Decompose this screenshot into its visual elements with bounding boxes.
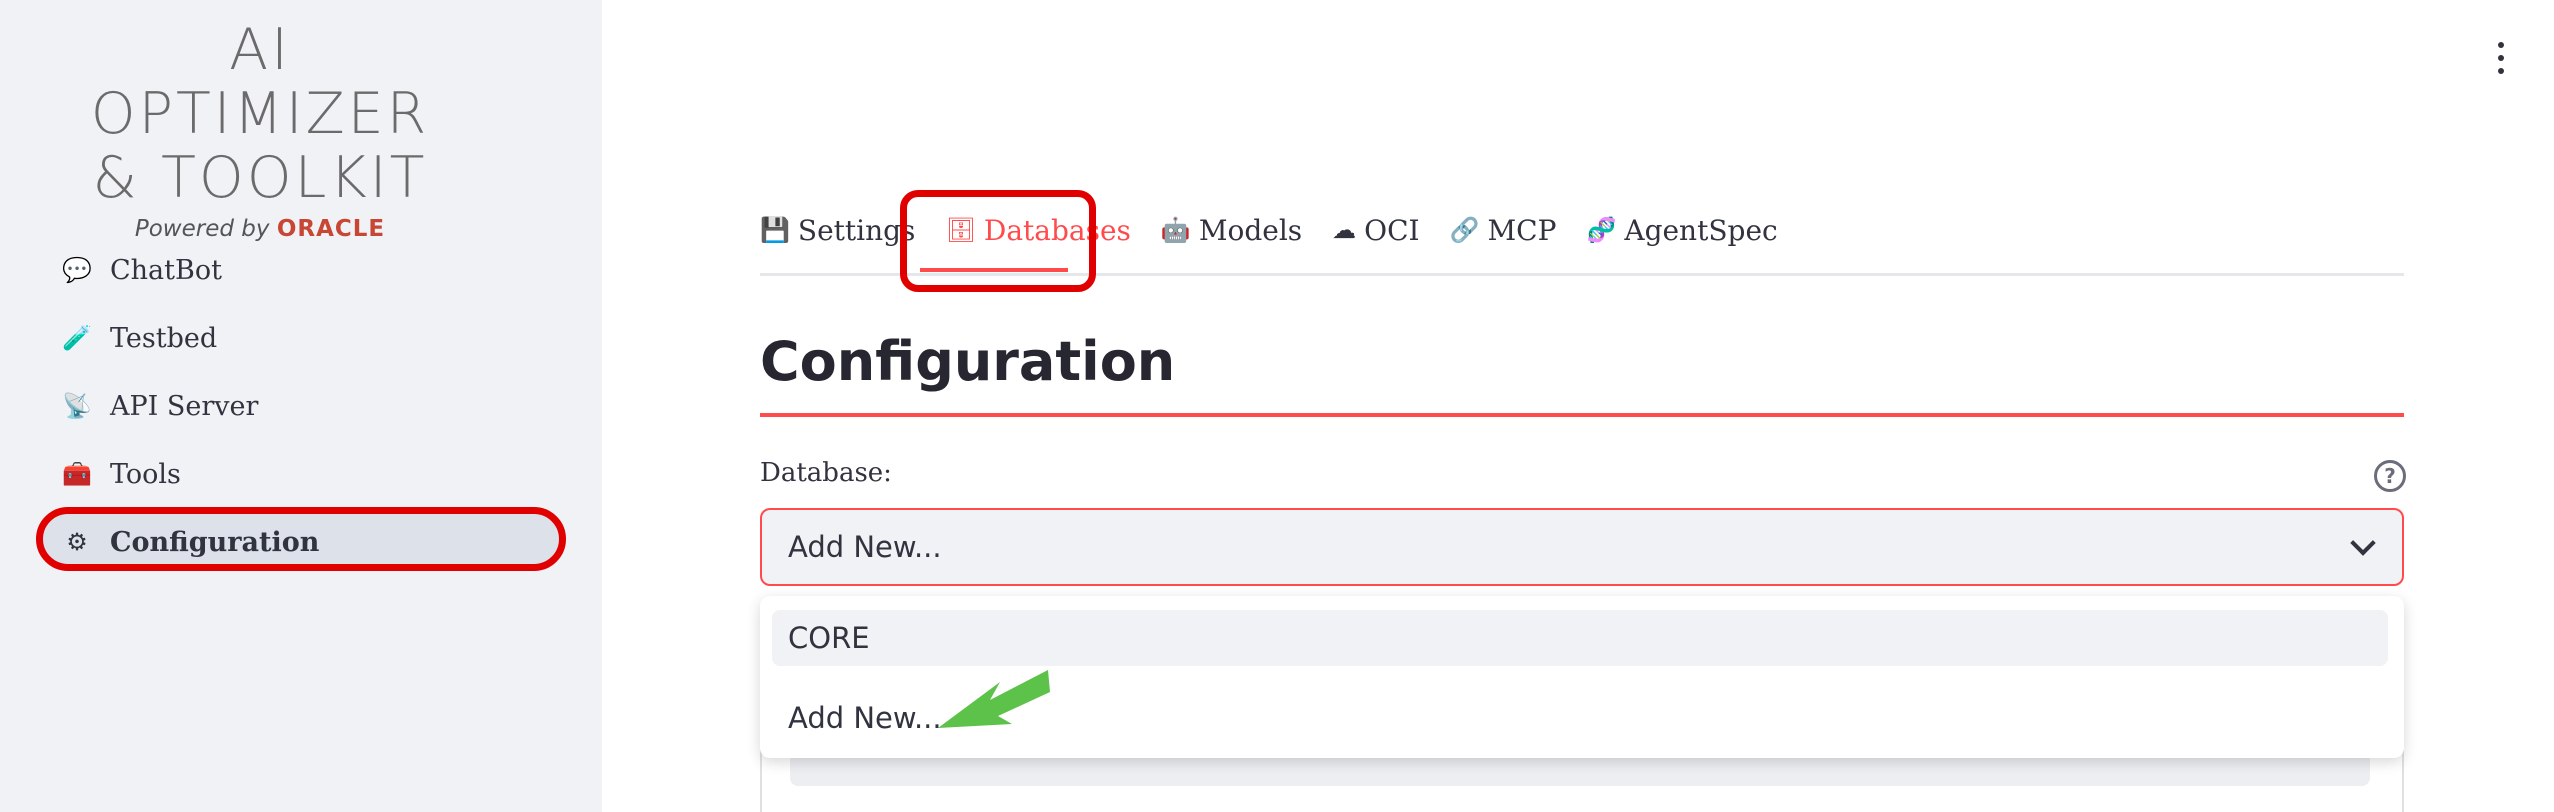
floppy-disk-icon: 💾 xyxy=(760,216,790,244)
database-select[interactable]: Add New... xyxy=(760,508,2404,586)
dna-icon: 🧬 xyxy=(1586,216,1617,244)
logo-line-1: AI OPTIMIZER xyxy=(90,17,430,147)
gear-icon: ⚙ xyxy=(66,528,88,556)
arrow-shape xyxy=(938,670,1050,728)
tab-agentspec[interactable]: 🧬 AgentSpec xyxy=(1586,200,1791,260)
kebab-dot xyxy=(2498,42,2504,48)
tab-models[interactable]: 🤖 Models xyxy=(1161,200,1316,260)
tab-oci[interactable]: ☁ OCI xyxy=(1332,200,1433,260)
green-arrow-annotation xyxy=(938,670,1050,728)
title-divider xyxy=(760,413,2404,417)
cloud-icon: ☁ xyxy=(1332,216,1357,244)
sidebar-item-api-server[interactable]: 📡 API Server xyxy=(50,372,570,440)
help-icon[interactable]: ? xyxy=(2374,460,2406,492)
page-title: Configuration xyxy=(760,330,1176,393)
sidebar-item-tools[interactable]: 🧰 Tools xyxy=(50,440,570,508)
databases-tab-highlight-annotation xyxy=(900,190,1096,292)
sidebar-item-label: Configuration xyxy=(110,526,320,558)
sidebar-item-label: API Server xyxy=(110,390,259,422)
link-icon: 🔗 xyxy=(1449,216,1480,244)
sidebar-item-configuration[interactable]: ⚙ Configuration xyxy=(50,508,570,576)
kebab-dot xyxy=(2498,68,2504,74)
tab-label: AgentSpec xyxy=(1624,213,1778,247)
tab-mcp[interactable]: 🔗 MCP xyxy=(1450,200,1571,260)
sidebar-item-testbed[interactable]: 🧪 Testbed xyxy=(50,304,570,372)
app-logo: AI OPTIMIZER & TOOLKIT Powered by ORACLE xyxy=(60,18,460,242)
sidebar-item-chatbot[interactable]: 💬 ChatBot xyxy=(50,236,570,304)
database-field-label: Database: xyxy=(760,458,892,488)
chevron-down-icon xyxy=(2350,530,2376,556)
tab-label: OCI xyxy=(1364,213,1420,247)
tab-label: Models xyxy=(1198,213,1303,247)
satellite-dish-icon: 📡 xyxy=(62,392,92,420)
test-tube-icon: 🧪 xyxy=(62,324,92,352)
robot-icon: 🤖 xyxy=(1160,216,1191,244)
toolbox-icon: 🧰 xyxy=(62,460,92,488)
sidebar: AI OPTIMIZER & TOOLKIT Powered by ORACLE… xyxy=(0,0,602,812)
logo-line-2: & TOOLKIT xyxy=(92,145,428,211)
main-menu-button[interactable] xyxy=(2486,36,2516,80)
sidebar-item-label: Tools xyxy=(110,458,181,490)
chat-icon: 💬 xyxy=(62,256,92,284)
sidebar-item-label: ChatBot xyxy=(110,254,222,286)
sidebar-item-label: Testbed xyxy=(110,322,218,354)
tab-label: Settings xyxy=(797,213,916,247)
sidebar-nav: 💬 ChatBot 🧪 Testbed 📡 API Server 🧰 Tools… xyxy=(50,236,570,576)
tab-label: MCP xyxy=(1487,213,1557,247)
dropdown-option-core[interactable]: CORE xyxy=(772,610,2388,666)
database-select-value: Add New... xyxy=(788,530,942,564)
kebab-dot xyxy=(2498,55,2504,61)
